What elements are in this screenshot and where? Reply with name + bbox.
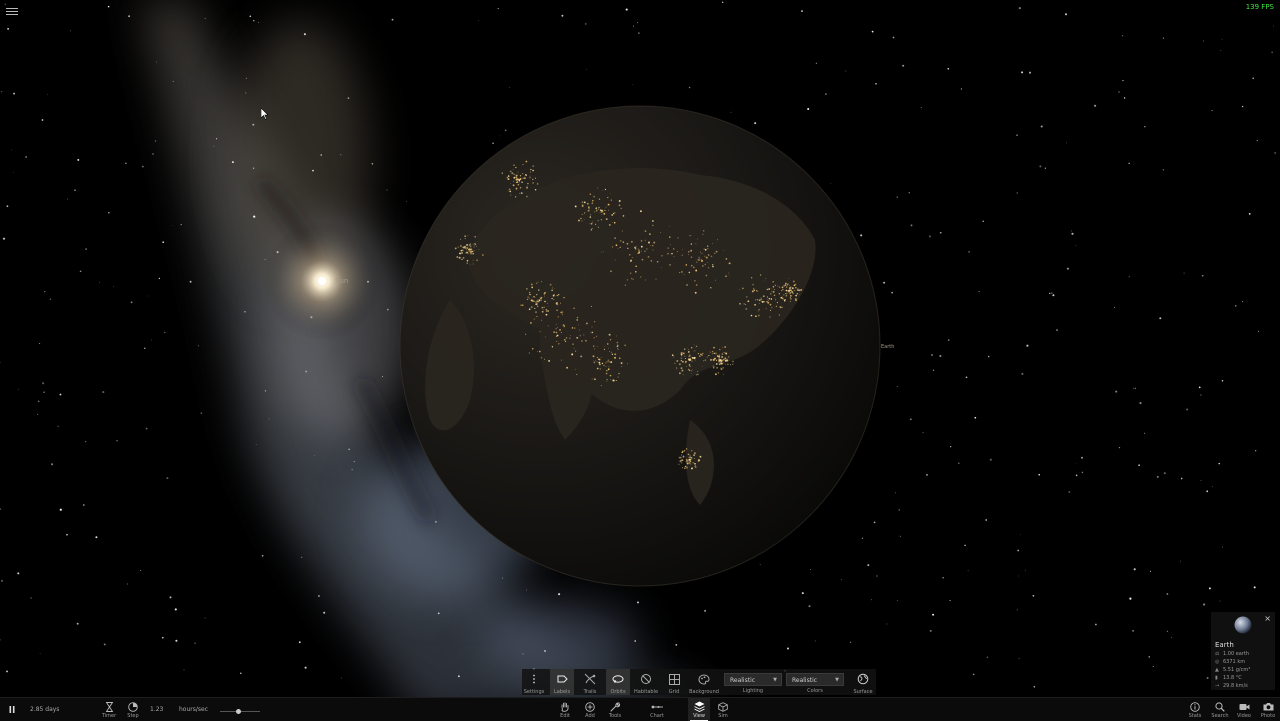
sun[interactable] bbox=[262, 221, 382, 341]
timer-button[interactable]: Timer bbox=[99, 698, 119, 721]
colors-dropdown[interactable]: Realistic ▼ bbox=[786, 673, 844, 686]
search-label: Search bbox=[1211, 713, 1228, 719]
info-velocity: 29.8 km/s bbox=[1223, 683, 1248, 689]
close-icon[interactable]: × bbox=[1264, 614, 1271, 623]
rate-value[interactable]: 1.23 bbox=[150, 706, 163, 713]
density-icon: ▲ bbox=[1215, 667, 1220, 673]
colors-label: Colors bbox=[786, 688, 844, 694]
stats-label: Stats bbox=[1189, 713, 1202, 719]
earth-globe[interactable] bbox=[400, 106, 880, 586]
settings-button[interactable]: Settings bbox=[522, 669, 546, 695]
hamburger-menu-icon[interactable] bbox=[6, 6, 18, 16]
photo-button[interactable]: Photo bbox=[1258, 698, 1278, 721]
surface-button[interactable]: Surface bbox=[850, 669, 876, 695]
info-title: Earth bbox=[1215, 641, 1234, 649]
pause-button[interactable] bbox=[4, 698, 20, 721]
trails-label: Trails bbox=[584, 689, 597, 695]
view-button[interactable]: View bbox=[688, 698, 710, 721]
edit-button[interactable]: Edit bbox=[556, 698, 574, 721]
step-icon bbox=[128, 701, 138, 712]
info-icon bbox=[1190, 701, 1200, 712]
trails-button[interactable]: Trails bbox=[578, 669, 602, 695]
camera-icon bbox=[1263, 701, 1274, 712]
globe-icon bbox=[857, 672, 869, 686]
labels-button[interactable]: Labels bbox=[550, 669, 574, 695]
plus-circle-icon bbox=[585, 701, 595, 712]
chart-icon bbox=[651, 701, 663, 712]
cube-icon bbox=[718, 701, 728, 712]
labels-label: Labels bbox=[554, 689, 570, 695]
orbit-icon bbox=[612, 672, 624, 686]
add-button[interactable]: Add bbox=[581, 698, 599, 721]
time-rate-slider[interactable] bbox=[220, 711, 260, 712]
palette-icon bbox=[698, 672, 710, 686]
habitable-label: Habitable bbox=[634, 689, 658, 695]
video-label: Video bbox=[1237, 713, 1251, 719]
info-density: 5.51 g/cm³ bbox=[1223, 667, 1250, 673]
tools-label: Tools bbox=[609, 713, 621, 719]
chart-button[interactable]: Chart bbox=[647, 698, 667, 721]
sun-label[interactable]: Sun bbox=[335, 277, 348, 285]
tag-icon bbox=[557, 672, 568, 686]
slider-knob[interactable] bbox=[236, 709, 241, 714]
step-label: Step bbox=[127, 713, 138, 719]
chevron-down-icon: ▼ bbox=[835, 677, 839, 683]
habitable-button[interactable]: Habitable bbox=[634, 669, 658, 695]
timer-label: Timer bbox=[102, 713, 116, 719]
settings-label: Settings bbox=[524, 689, 545, 695]
video-button[interactable]: Video bbox=[1235, 698, 1253, 721]
lighting-label: Lighting bbox=[724, 688, 782, 694]
temperature-icon: ▮ bbox=[1215, 675, 1220, 681]
chart-label: Chart bbox=[650, 713, 664, 719]
sim-label: Sim bbox=[718, 713, 727, 719]
background-label: Background bbox=[689, 689, 719, 695]
chevron-down-icon: ▼ bbox=[773, 677, 777, 683]
photo-label: Photo bbox=[1261, 713, 1275, 719]
layers-icon bbox=[694, 701, 705, 712]
lighting-dropdown[interactable]: Realistic ▼ bbox=[724, 673, 782, 686]
orbits-label: Orbits bbox=[610, 689, 625, 695]
wrench-icon bbox=[610, 701, 620, 712]
mouse-cursor-icon bbox=[261, 108, 269, 120]
info-mass: 1.00 earth bbox=[1223, 651, 1249, 657]
edit-label: Edit bbox=[560, 713, 570, 719]
view-toolbar: Settings Labels Trails Orbits Habitable … bbox=[522, 669, 876, 695]
orbits-button[interactable]: Orbits bbox=[606, 669, 630, 695]
add-label: Add bbox=[585, 713, 595, 719]
info-radius: 6371 km bbox=[1223, 659, 1245, 665]
trails-off-icon bbox=[584, 672, 596, 686]
colors-value: Realistic bbox=[792, 677, 817, 684]
info-temperature: 13.8 °C bbox=[1223, 675, 1242, 681]
radius-icon: ◎ bbox=[1215, 659, 1220, 665]
grid-button[interactable]: Grid bbox=[662, 669, 686, 695]
step-button[interactable]: Step bbox=[123, 698, 143, 721]
lighting-value: Realistic bbox=[730, 677, 755, 684]
video-camera-icon bbox=[1239, 701, 1250, 712]
space-viewport[interactable] bbox=[0, 0, 1280, 720]
object-info-panel: × Earth ⚖1.00 earth ◎6371 km ▲5.51 g/cm³… bbox=[1211, 612, 1275, 690]
elapsed-time: 2.85 days bbox=[30, 706, 59, 713]
background-button[interactable]: Background bbox=[690, 669, 718, 695]
vertical-dots-icon bbox=[532, 672, 536, 686]
sim-button[interactable]: Sim bbox=[714, 698, 732, 721]
tools-button[interactable]: Tools bbox=[605, 698, 625, 721]
view-label: View bbox=[693, 713, 705, 719]
rate-unit[interactable]: hours/sec bbox=[179, 706, 208, 713]
mass-icon: ⚖ bbox=[1215, 651, 1220, 657]
fps-counter: 139 FPS bbox=[1246, 3, 1274, 11]
grid-icon bbox=[669, 672, 680, 686]
search-button[interactable]: Search bbox=[1209, 698, 1231, 721]
pause-icon bbox=[9, 704, 15, 715]
habitable-off-icon bbox=[640, 672, 652, 686]
velocity-icon: → bbox=[1215, 683, 1220, 689]
hand-icon bbox=[560, 701, 570, 712]
earth-thumbnail bbox=[1233, 615, 1253, 635]
bottom-bar: 2.85 days Timer Step 1.23 hours/sec Edit… bbox=[0, 697, 1280, 721]
earth-label[interactable]: Earth bbox=[881, 344, 894, 350]
surface-label: Surface bbox=[853, 689, 872, 695]
grid-label: Grid bbox=[669, 689, 680, 695]
hourglass-icon bbox=[106, 701, 113, 712]
stats-button[interactable]: Stats bbox=[1186, 698, 1204, 721]
search-icon bbox=[1215, 701, 1225, 712]
